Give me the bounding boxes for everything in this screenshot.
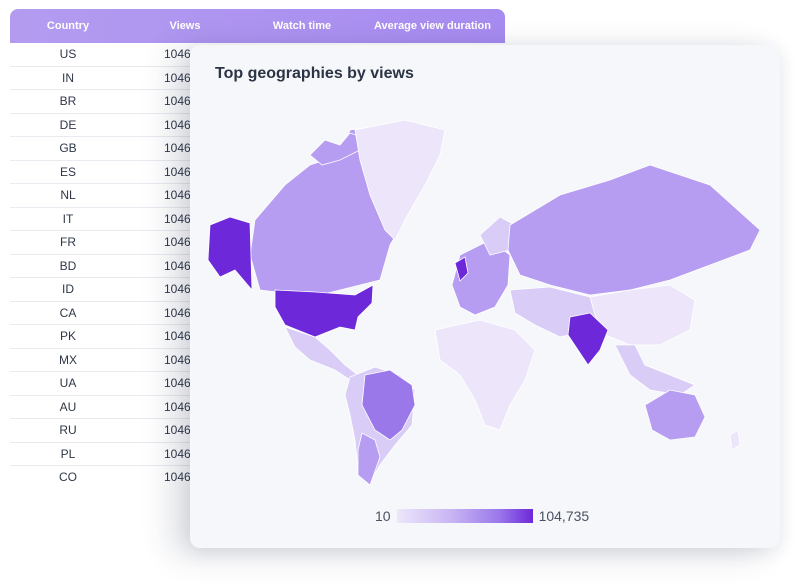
map-legend: 10 104,735 (375, 508, 589, 524)
cell-country: AU (59, 399, 77, 414)
cell-country: PL (60, 446, 76, 461)
header-watch-time[interactable]: Watch time (244, 20, 360, 32)
cell-country: CA (59, 305, 77, 320)
cell-country: PK (59, 329, 76, 344)
cell-country: NL (60, 188, 76, 203)
legend-min-value: 10 (375, 508, 391, 524)
map-region-russia[interactable] (507, 164, 761, 296)
cell-country: FR (60, 235, 76, 250)
cell-country: IT (62, 211, 74, 226)
cell-country: CO (59, 470, 77, 485)
cell-country: GB (59, 141, 77, 156)
geo-map-card: Top geographies by views 10 104,735 (190, 45, 780, 548)
world-map (207, 119, 761, 486)
map-region-australia[interactable] (644, 389, 706, 441)
cell-country: UA (59, 376, 77, 391)
cell-country: BD (59, 258, 77, 273)
legend-color-scale (396, 509, 533, 523)
map-region-new-zealand[interactable] (729, 429, 741, 451)
map-region-alaska[interactable] (207, 216, 253, 292)
header-country[interactable]: Country (10, 20, 126, 32)
cell-country: IN (62, 70, 74, 85)
table-header: Country Views Watch time Average view du… (10, 9, 505, 43)
header-views[interactable]: Views (126, 20, 244, 32)
cell-country: RU (59, 423, 77, 438)
cell-country: MX (59, 352, 77, 367)
cell-country: ES (59, 164, 76, 179)
cell-country: US (59, 47, 77, 62)
map-region-mexico[interactable] (284, 326, 359, 381)
map-region-africa[interactable] (434, 319, 536, 431)
cell-country: BR (59, 94, 77, 109)
legend-max-value: 104,735 (538, 508, 590, 524)
map-region-southeast-asia[interactable] (614, 344, 696, 396)
header-average-view-duration[interactable]: Average view duration (360, 20, 505, 32)
cell-country: DE (59, 117, 77, 132)
cell-country: ID (62, 282, 74, 297)
